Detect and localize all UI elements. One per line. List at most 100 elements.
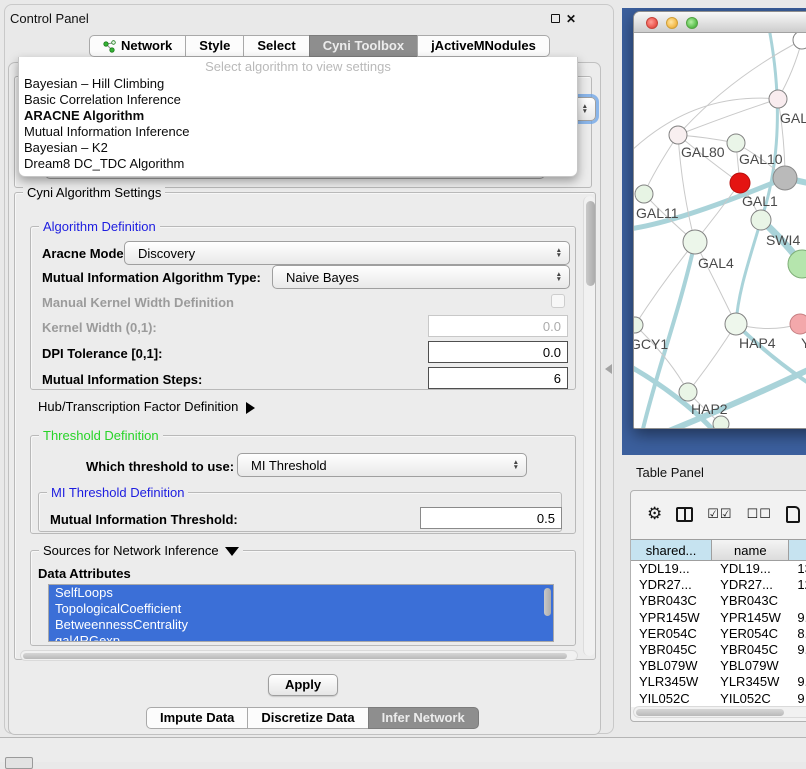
list-item[interactable]: SelfLoops — [49, 585, 553, 601]
node-gal-top[interactable] — [769, 90, 787, 108]
which-threshold-label: Which threshold to use: — [86, 459, 234, 474]
dropdown-item[interactable]: Bayesian – K2 — [19, 140, 577, 156]
document-icon[interactable] — [786, 506, 800, 523]
tab-network[interactable]: Network — [89, 35, 186, 57]
table-row[interactable]: YDR27...YDR27...12 — [631, 577, 806, 593]
stepper-icon: ▲▼ — [582, 104, 588, 114]
table-row[interactable]: YLR345WYLR345W9. — [631, 674, 806, 690]
sources-title[interactable]: Sources for Network Inference — [39, 543, 243, 558]
node[interactable] — [793, 33, 806, 49]
network-window[interactable]: GAL GAL80 GAL10 GAL1 GAL11 SWI4 GAL4 GCY… — [633, 11, 806, 429]
table-header-row: shared... name — [631, 539, 806, 561]
hub-definition-toggle[interactable]: Hub/Transcription Factor Definition — [38, 399, 255, 414]
tab-cyni-toolbox[interactable]: Cyni Toolbox — [309, 35, 418, 57]
node-label: SWI4 — [766, 232, 800, 248]
dropdown-placeholder: Select algorithm to view settings — [19, 57, 577, 76]
table-row[interactable]: YER054CYER054C8. — [631, 626, 806, 642]
table-hscrollbar[interactable] — [633, 706, 806, 718]
dpi-tolerance-input[interactable] — [428, 341, 568, 363]
node-gcy1[interactable] — [634, 317, 643, 333]
mi-steps-input[interactable] — [428, 367, 568, 389]
mi-threshold-input[interactable] — [420, 507, 562, 529]
node-gal11[interactable] — [635, 185, 653, 203]
column-header-partial[interactable] — [789, 540, 806, 560]
apply-button[interactable]: Apply — [268, 674, 338, 696]
settings-hscrollbar-thumb[interactable] — [23, 653, 567, 660]
close-panel-icon[interactable]: ✕ — [566, 12, 576, 26]
node-label: GCY1 — [634, 336, 668, 352]
node-gal1-red[interactable] — [730, 173, 750, 193]
tab-infer-network[interactable]: Infer Network — [368, 707, 479, 729]
splitter-handle[interactable] — [605, 364, 612, 374]
columns-icon[interactable] — [676, 507, 693, 522]
table-row[interactable]: YBL079WYBL079W — [631, 658, 806, 674]
table-panel-toolbar: ⚙ ☑☑ ☐☐ — [631, 491, 806, 537]
list-item[interactable]: BetweennessCentrality — [49, 617, 553, 633]
kernel-width-input[interactable] — [428, 315, 568, 337]
node[interactable] — [713, 416, 729, 429]
table-row[interactable]: YDL19...YDL19...13 — [631, 561, 806, 577]
mi-type-combo[interactable]: Naive Bayes ▲▼ — [272, 265, 570, 289]
list-item[interactable]: gal4RGexp — [49, 633, 553, 642]
node-swi4[interactable] — [751, 210, 771, 230]
list-item[interactable]: TopologicalCoefficient — [49, 601, 553, 617]
collapsed-panel-button[interactable] — [5, 757, 33, 769]
node-hap4[interactable] — [725, 313, 747, 335]
table-row[interactable]: YPR145WYPR145W9. — [631, 610, 806, 626]
network-canvas[interactable]: GAL GAL80 GAL10 GAL1 GAL11 SWI4 GAL4 GCY… — [634, 33, 806, 429]
table-row[interactable]: YBR045CYBR045C9. — [631, 642, 806, 658]
node-gal10[interactable] — [727, 134, 745, 152]
cyni-bottom-tabbar: Impute Data Discretize Data Infer Networ… — [146, 707, 479, 729]
attribute-table: shared... name YDL19...YDL19...13 YDR27.… — [631, 539, 806, 707]
zoom-window-icon[interactable] — [686, 17, 698, 29]
table-row[interactable]: YIL052CYIL052C9 — [631, 691, 806, 707]
tab-jactivemnodules[interactable]: jActiveMNodules — [417, 35, 550, 57]
table-panel-title: Table Panel — [636, 465, 704, 480]
node-label: GAL — [780, 110, 806, 126]
float-panel-icon[interactable] — [551, 14, 560, 23]
aracne-mode-combo[interactable]: Discovery ▲▼ — [124, 241, 570, 265]
algorithm-definition-title: Algorithm Definition — [39, 219, 160, 234]
mi-steps-label: Mutual Information Steps: — [42, 372, 202, 387]
dropdown-item-selected[interactable]: ARACNE Algorithm — [19, 108, 577, 124]
mi-threshold-group-title: MI Threshold Definition — [47, 485, 188, 500]
table-panel: ⚙ ☑☑ ☐☐ shared... name YDL19...YDL19...1… — [630, 490, 806, 722]
node-gal4[interactable] — [683, 230, 707, 254]
mi-type-label: Mutual Information Algorithm Type: — [42, 270, 261, 285]
settings-hscrollbar[interactable] — [20, 650, 578, 661]
dropdown-item[interactable]: Mutual Information Inference — [19, 124, 577, 140]
which-threshold-combo[interactable]: MI Threshold ▲▼ — [237, 453, 527, 477]
gear-icon[interactable]: ⚙ — [647, 504, 662, 524]
stepper-icon: ▲▼ — [513, 460, 519, 470]
dropdown-item[interactable]: Bayesian – Hill Climbing — [19, 76, 577, 92]
node-gal80[interactable] — [669, 126, 687, 144]
settings-scrollbar-thumb[interactable] — [586, 201, 595, 286]
deselect-all-checkboxes-icon[interactable]: ☐☐ — [747, 506, 772, 522]
column-header-name[interactable]: name — [712, 540, 789, 560]
tab-select[interactable]: Select — [243, 35, 309, 57]
control-panel-title: Control Panel — [10, 11, 89, 26]
column-header-shared-name[interactable]: shared... — [631, 540, 712, 560]
table-hscrollbar-thumb[interactable] — [636, 709, 784, 716]
threshold-definition-title: Threshold Definition — [39, 428, 163, 443]
manual-kernel-checkbox[interactable] — [551, 294, 565, 308]
node-pink[interactable] — [790, 314, 806, 334]
dropdown-item[interactable]: Dream8 DC_TDC Algorithm — [19, 156, 577, 172]
tab-discretize-data[interactable]: Discretize Data — [247, 707, 368, 729]
table-row[interactable]: YBR043CYBR043C — [631, 593, 806, 609]
settings-scrollbar[interactable] — [583, 196, 595, 656]
list-scrollbar-thumb[interactable] — [544, 588, 551, 616]
tab-style[interactable]: Style — [185, 35, 244, 57]
network-window-titlebar[interactable] — [634, 12, 806, 33]
node-label: GAL4 — [698, 255, 734, 271]
node-hap2[interactable] — [679, 383, 697, 401]
dropdown-item[interactable]: Basic Correlation Inference — [19, 92, 577, 108]
select-all-checkboxes-icon[interactable]: ☑☑ — [707, 506, 732, 522]
node-gray[interactable] — [773, 166, 797, 190]
status-strip — [0, 737, 806, 762]
tab-impute-data[interactable]: Impute Data — [146, 707, 248, 729]
control-panel-tabbar: Network Style Select Cyni Toolbox jActiv… — [89, 35, 550, 57]
minimize-window-icon[interactable] — [666, 17, 678, 29]
dpi-tolerance-label: DPI Tolerance [0,1]: — [42, 346, 162, 361]
close-window-icon[interactable] — [646, 17, 658, 29]
